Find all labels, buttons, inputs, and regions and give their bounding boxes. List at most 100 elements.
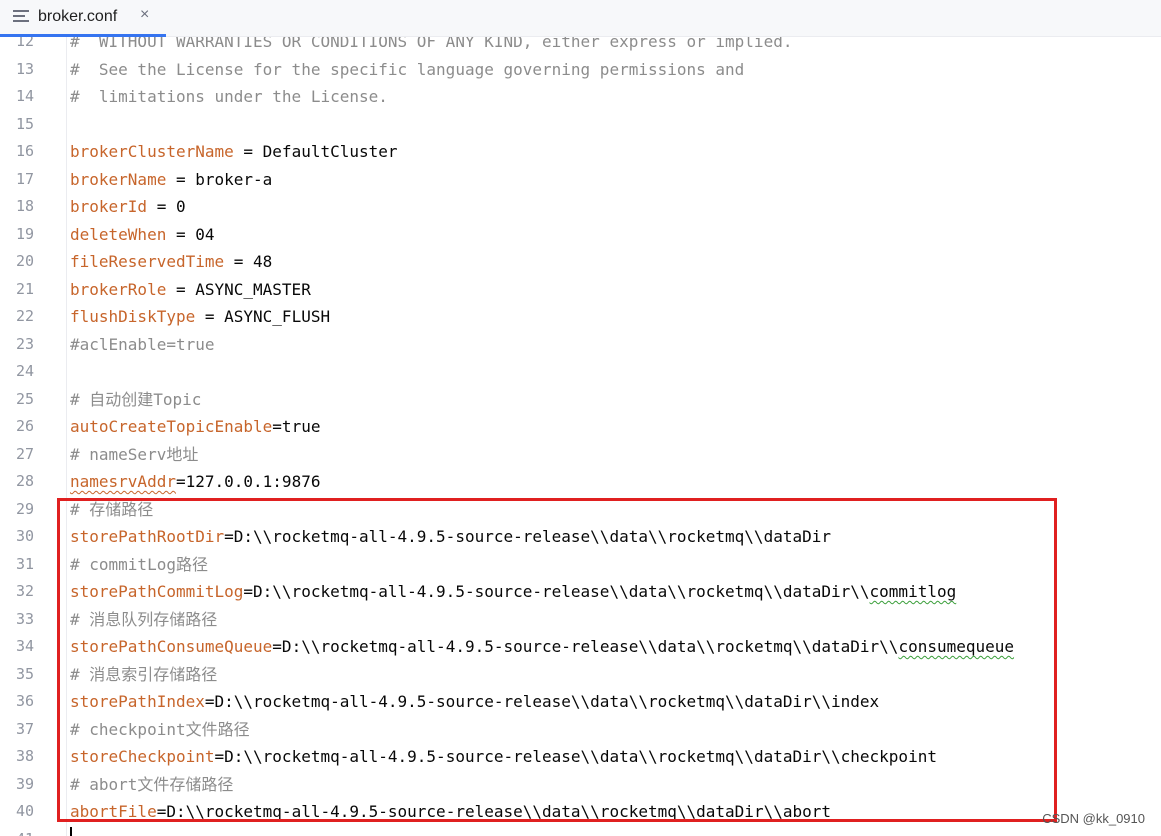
config-key: namesrvAddr bbox=[70, 472, 176, 491]
comment-text: # 存储路径 bbox=[70, 499, 154, 519]
line-number: 19 bbox=[15, 224, 34, 243]
file-lines-icon bbox=[13, 10, 29, 24]
code-line: 29 # 存储路径 bbox=[0, 496, 1161, 523]
line-number: 20 bbox=[15, 252, 34, 270]
code-line: 24 bbox=[0, 358, 1161, 385]
code-line: 14 # limitations under the License. bbox=[0, 83, 1161, 110]
line-number: 30 bbox=[15, 527, 34, 545]
code-line: 26 autoCreateTopicEnable=true bbox=[0, 413, 1161, 440]
code-line: 32 storePathCommitLog=D:\\rocketmq-all-4.… bbox=[0, 578, 1161, 605]
line-number: 14 bbox=[15, 87, 34, 105]
code-line: 28 namesrvAddr=127.0.0.1:9876 bbox=[0, 468, 1161, 495]
config-key: storeCheckpoint bbox=[70, 747, 215, 766]
code-text: # abort文件存储路径 bbox=[70, 771, 233, 798]
line-number: 40 bbox=[15, 802, 34, 820]
comment-text: # WITHOUT WARRANTIES OR CONDITIONS OF AN… bbox=[70, 37, 793, 51]
code-text: # commitLog路径 bbox=[70, 551, 208, 578]
line-number: 28 bbox=[15, 472, 34, 490]
config-value: =127.0.0.1:9876 bbox=[175, 472, 321, 491]
line-number: 37 bbox=[15, 719, 34, 738]
config-value: =D:\\rocketmq-all-4.9.5-source-release\\… bbox=[156, 802, 831, 821]
code-text: # 消息索引存储路径 bbox=[70, 661, 217, 688]
line-number: 34 bbox=[15, 637, 34, 655]
code-line: 17 brokerName = broker-a bbox=[0, 166, 1161, 193]
config-key: brokerRole bbox=[70, 279, 167, 299]
code-line: 34 storePathConsumeQueue=D:\\rocketmq-all… bbox=[0, 633, 1161, 660]
code-text: storePathRootDir=D:\\rocketmq-all-4.9.5-… bbox=[70, 523, 831, 550]
config-key: deleteWhen bbox=[70, 224, 167, 244]
code-line: 35 # 消息索引存储路径 bbox=[0, 661, 1161, 688]
code-text: brokerName = broker-a bbox=[70, 166, 272, 193]
code-line: 38 storeCheckpoint=D:\\rocketmq-all-4.9.5… bbox=[0, 743, 1161, 770]
comment-text: # nameServ地址 bbox=[70, 444, 199, 464]
code-text: namesrvAddr=127.0.0.1:9876 bbox=[70, 468, 320, 495]
line-number: 39 bbox=[15, 774, 34, 793]
code-line: 40 abortFile=D:\\rocketmq-all-4.9.5-sourc… bbox=[0, 798, 1161, 825]
config-value: commitlog bbox=[869, 582, 957, 601]
code-text: storePathCommitLog=D:\\rocketmq-all-4.9.… bbox=[70, 578, 956, 605]
code-editor[interactable]: 12 # WITHOUT WARRANTIES OR CONDITIONS OF … bbox=[0, 37, 1161, 836]
config-key: flushDiskType bbox=[70, 307, 196, 326]
code-line: 12 # WITHOUT WARRANTIES OR CONDITIONS OF … bbox=[0, 37, 1161, 55]
code-text: storeCheckpoint=D:\\rocketmq-all-4.9.5-s… bbox=[70, 743, 937, 770]
line-number: 35 bbox=[15, 664, 34, 683]
code-text: abortFile=D:\\rocketmq-all-4.9.5-source-… bbox=[70, 798, 831, 825]
comment-text: # abort文件存储路径 bbox=[70, 774, 234, 794]
code-text: # limitations under the License. bbox=[70, 83, 388, 110]
code-line: 27 # nameServ地址 bbox=[0, 441, 1161, 468]
tab-label: broker.conf bbox=[38, 8, 118, 25]
line-number: 25 bbox=[15, 389, 34, 408]
code-line: 41 bbox=[0, 826, 1161, 836]
code-line: 15 bbox=[0, 111, 1161, 138]
config-value: = broker-a bbox=[166, 169, 273, 189]
config-value: = ASYNC_MASTER bbox=[166, 279, 311, 299]
code-text: brokerId = 0 bbox=[70, 193, 186, 220]
line-number: 21 bbox=[15, 279, 34, 298]
code-text: # See the License for the specific langu… bbox=[70, 56, 744, 83]
line-number: 27 bbox=[15, 444, 34, 463]
config-key: abortFile bbox=[70, 802, 157, 821]
tab-broker-conf[interactable]: broker.conf × bbox=[0, 0, 166, 37]
line-number: 17 bbox=[15, 169, 34, 188]
config-value: =true bbox=[272, 417, 321, 436]
close-icon[interactable]: × bbox=[140, 6, 149, 24]
comment-text: # See the License for the specific langu… bbox=[70, 59, 745, 79]
code-text: # 自动创建Topic bbox=[70, 386, 201, 413]
config-value: =D:\\rocketmq-all-4.9.5-source-release\\… bbox=[224, 527, 831, 546]
code-line: 30 storePathRootDir=D:\\rocketmq-all-4.9.… bbox=[0, 523, 1161, 550]
code-line: 33 # 消息队列存储路径 bbox=[0, 606, 1161, 633]
config-key: brokerName bbox=[70, 169, 167, 189]
watermark: CSDN @kk_0910 bbox=[1042, 811, 1145, 826]
line-number: 36 bbox=[15, 692, 34, 710]
line-number: 26 bbox=[15, 417, 34, 435]
config-key: autoCreateTopicEnable bbox=[70, 417, 273, 436]
code-line: 21 brokerRole = ASYNC_MASTER bbox=[0, 276, 1161, 303]
code-text: # WITHOUT WARRANTIES OR CONDITIONS OF AN… bbox=[70, 37, 792, 55]
code-text: # 存储路径 bbox=[70, 496, 153, 523]
line-number: 22 bbox=[15, 307, 34, 325]
comment-text: #aclEnable=true bbox=[70, 334, 215, 354]
config-key: storePathConsumeQueue bbox=[70, 637, 273, 656]
line-number: 13 bbox=[15, 59, 34, 78]
comment-text: # checkpoint文件路径 bbox=[70, 719, 250, 739]
code-line: 39 # abort文件存储路径 bbox=[0, 771, 1161, 798]
code-text: autoCreateTopicEnable=true bbox=[70, 413, 320, 440]
config-value: =D:\\rocketmq-all-4.9.5-source-release\\… bbox=[214, 747, 937, 766]
code-line: 23 #aclEnable=true bbox=[0, 331, 1161, 358]
code-line: 37 # checkpoint文件路径 bbox=[0, 716, 1161, 743]
config-value: = 0 bbox=[147, 197, 186, 216]
line-number: 24 bbox=[15, 362, 34, 380]
config-value: =D:\\rocketmq-all-4.9.5-source-release\\… bbox=[272, 637, 899, 656]
code-line: 18 brokerId = 0 bbox=[0, 193, 1161, 220]
config-key: storePathCommitLog bbox=[70, 582, 244, 601]
config-key: brokerClusterName bbox=[70, 142, 234, 161]
line-number: 32 bbox=[15, 582, 34, 600]
line-number: 23 bbox=[15, 334, 34, 353]
config-value: = DefaultCluster bbox=[233, 142, 398, 161]
code-line: 31 # commitLog路径 bbox=[0, 551, 1161, 578]
code-text: # checkpoint文件路径 bbox=[70, 716, 250, 743]
code-text: storePathConsumeQueue=D:\\rocketmq-all-4… bbox=[70, 633, 1014, 660]
code-text: storePathIndex=D:\\rocketmq-all-4.9.5-so… bbox=[70, 688, 879, 715]
code-line: 16 brokerClusterName = DefaultCluster bbox=[0, 138, 1161, 165]
code-text: flushDiskType = ASYNC_FLUSH bbox=[70, 303, 330, 330]
